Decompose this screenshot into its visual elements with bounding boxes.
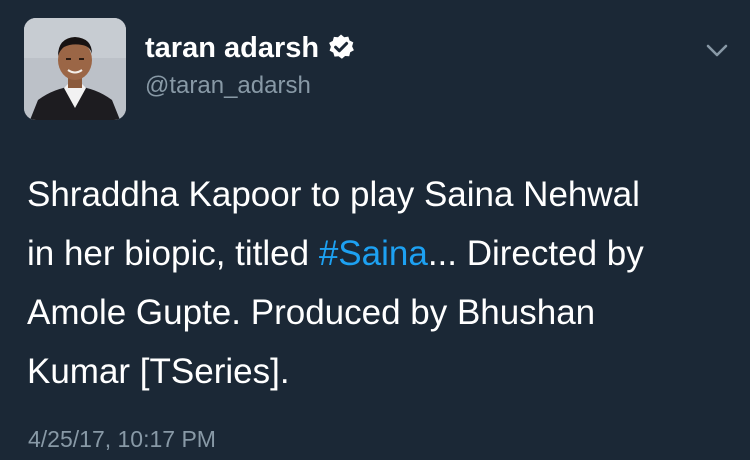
author-handle[interactable]: @taran_adarsh: [145, 71, 311, 101]
tweet-menu-button[interactable]: [700, 36, 734, 66]
tweet-text-line: in her biopic, titled #Saina... Directed…: [27, 234, 644, 273]
verified-badge-icon: [329, 34, 354, 60]
tweet-card: taran adarsh @taran_adarsh Shraddha Kapo…: [0, 0, 750, 460]
tweet-timestamp[interactable]: 4/25/17, 10:17 PM: [28, 424, 216, 454]
author-display-name[interactable]: taran adarsh: [145, 30, 355, 66]
chevron-down-icon: [706, 44, 728, 57]
tweet-text-line: Amole Gupte. Produced by Bhushan: [27, 293, 596, 332]
tweet-text-line: Shraddha Kapoor to play Saina Nehwal: [27, 175, 640, 214]
hashtag-link[interactable]: #Saina: [319, 234, 428, 273]
avatar-photo: [24, 18, 126, 120]
display-name-text: taran adarsh: [145, 32, 320, 64]
tweet-text: Shraddha Kapoor to play Saina Nehwal in …: [27, 165, 737, 401]
tweet-text-line: Kumar [TSeries].: [27, 352, 290, 391]
avatar[interactable]: [24, 18, 126, 120]
